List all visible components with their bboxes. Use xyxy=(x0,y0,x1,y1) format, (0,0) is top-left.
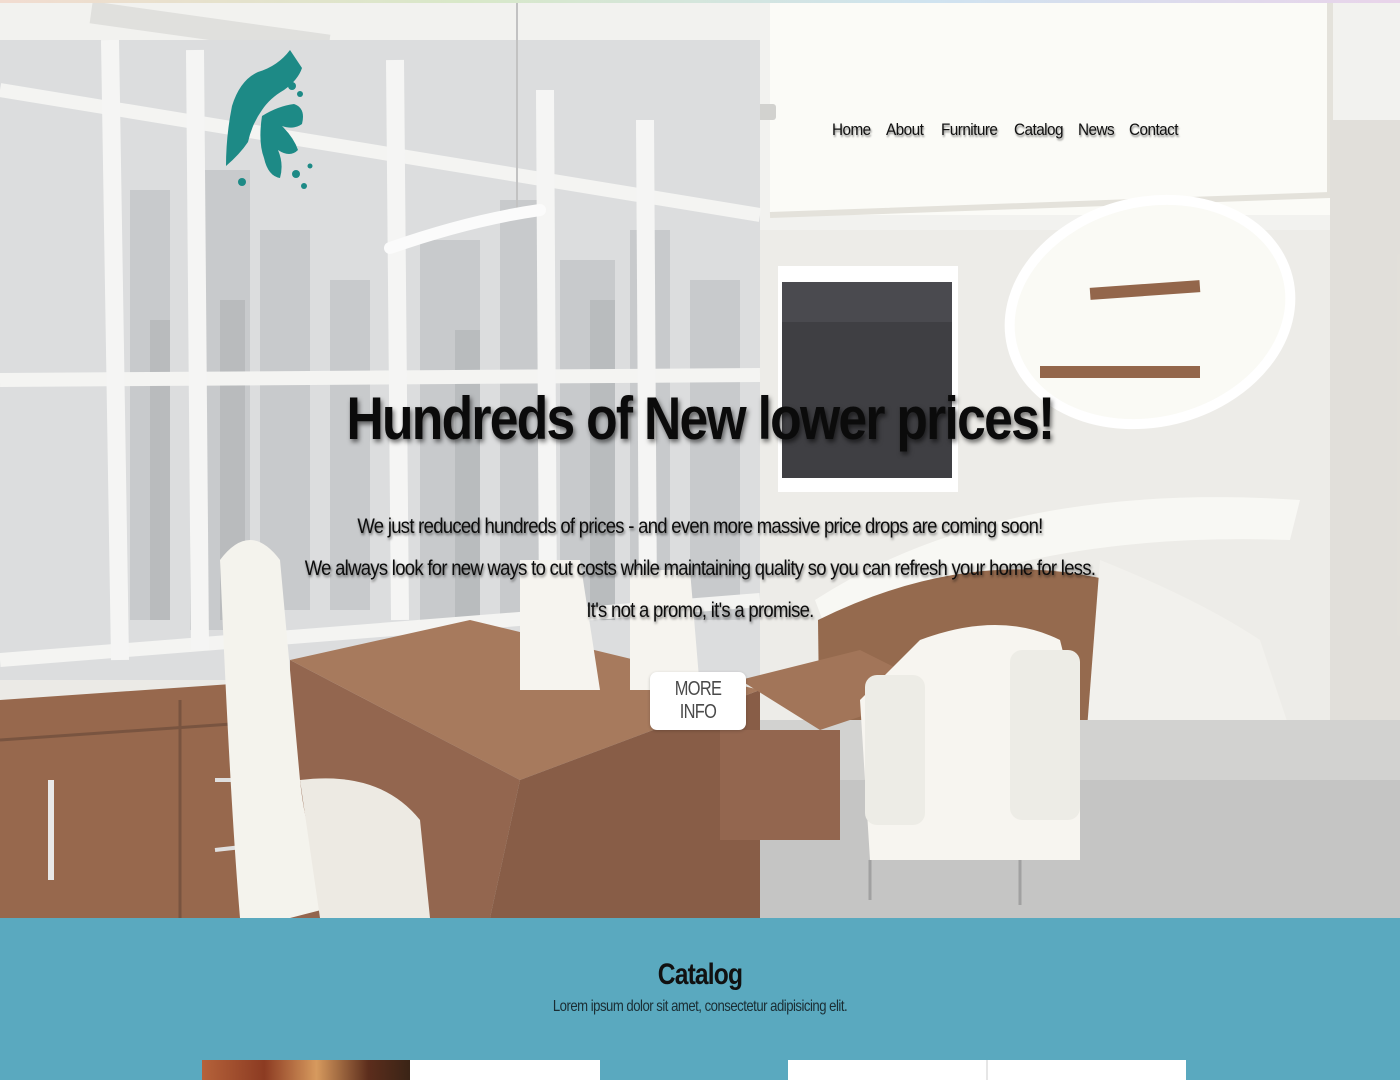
hero-line-3: It's not a promo, it's a promise. xyxy=(586,599,814,622)
hero-overlay xyxy=(0,0,1400,918)
nav-contact-link[interactable]: Contact xyxy=(1129,116,1183,144)
nav-catalog-link[interactable]: Catalog xyxy=(1014,116,1072,144)
nav-news-link[interactable]: News xyxy=(1078,116,1124,144)
catalog-section: Catalog Lorem ipsum dolor sit amet, cons… xyxy=(0,918,1400,1080)
nav-furniture-link[interactable]: Furniture xyxy=(941,116,1007,144)
nav-home-link[interactable]: Home xyxy=(832,116,881,144)
hero-description: We just reduced hundreds of prices - and… xyxy=(84,506,1316,632)
more-info-button[interactable]: MORE INFO xyxy=(650,672,746,730)
catalog-card[interactable] xyxy=(788,1060,1186,1080)
top-accent-line xyxy=(0,0,1400,3)
hero-line-1: We just reduced hundreds of prices - and… xyxy=(357,515,1043,538)
catalog-card-image xyxy=(202,1060,410,1080)
hero-line-2: We always look for new ways to cut costs… xyxy=(304,557,1096,580)
catalog-card[interactable] xyxy=(202,1060,600,1080)
bird-logo-icon[interactable] xyxy=(218,46,318,198)
more-info-button-label: MORE INFO xyxy=(674,678,722,723)
catalog-subtitle: Lorem ipsum dolor sit amet, consectetur … xyxy=(552,998,848,1015)
hero-title: Hundreds of New lower prices! xyxy=(346,385,1055,452)
catalog-card-image xyxy=(788,1060,988,1080)
catalog-title: Catalog xyxy=(657,958,743,991)
nav-about-link[interactable]: About xyxy=(886,116,936,144)
hero-section: Home About Furniture Catalog News Contac… xyxy=(0,0,1400,918)
main-nav: Home About Furniture Catalog News Contac… xyxy=(826,116,1189,144)
